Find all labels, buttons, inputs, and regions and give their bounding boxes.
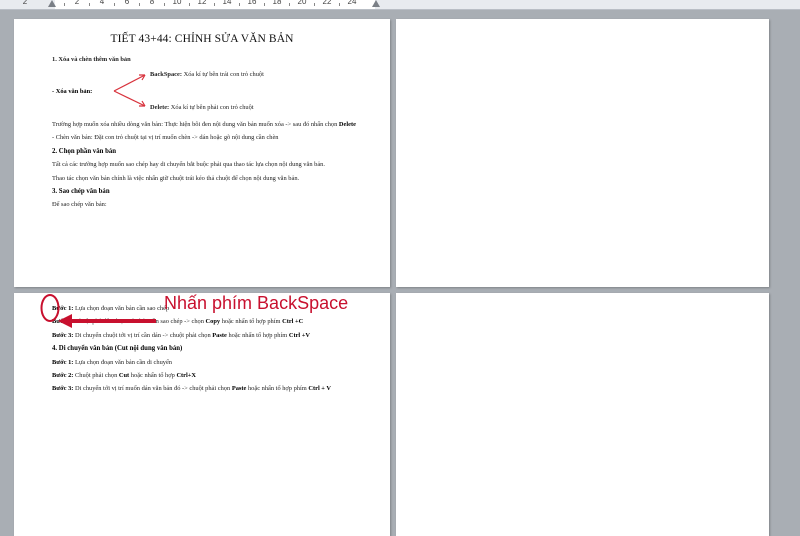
cursor-highlight-circle [40,294,60,322]
annotation-overlay [40,74,156,328]
backspace-annotation: Nhấn phím BackSpace [164,293,349,313]
backspace-arrow-head [58,314,72,328]
arrow-to-backspace [113,74,146,92]
arrow-to-delete [113,90,146,107]
